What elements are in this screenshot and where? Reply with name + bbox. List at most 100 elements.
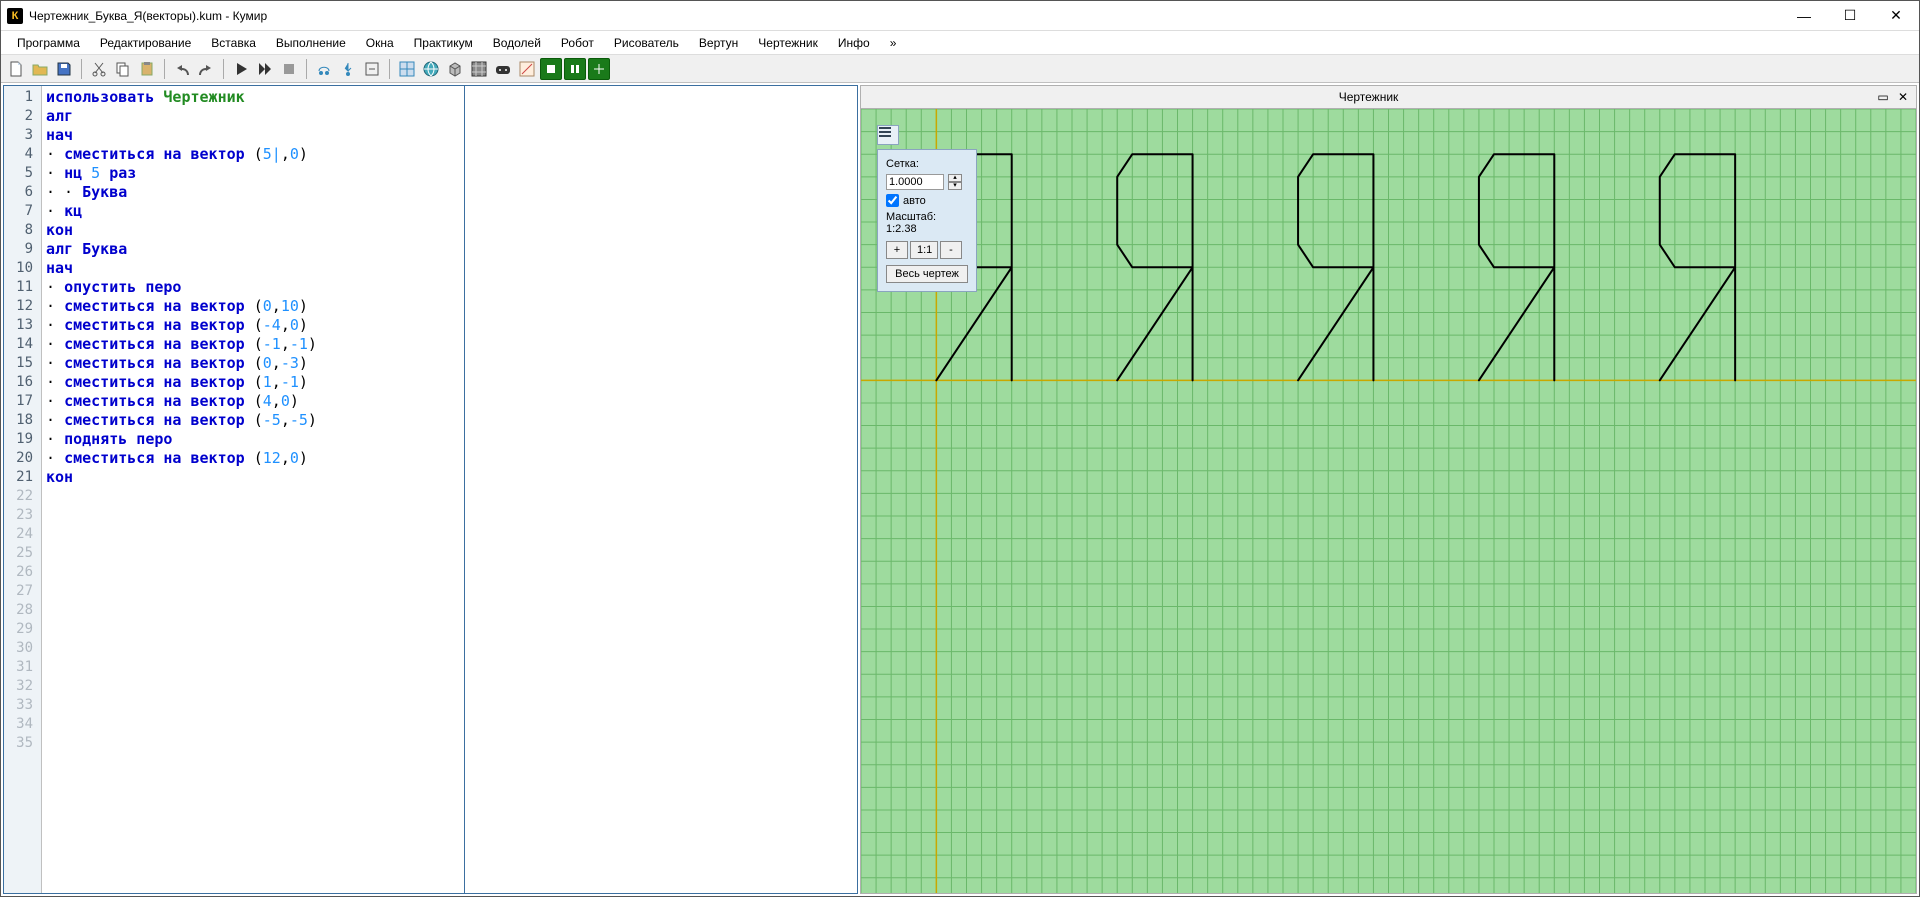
line-number: 29 bbox=[4, 620, 41, 639]
line-number: 24 bbox=[4, 525, 41, 544]
panel-title: Чертежник bbox=[865, 90, 1872, 104]
line-number: 4 bbox=[4, 145, 41, 164]
line-number: 2 bbox=[4, 107, 41, 126]
stop-icon[interactable] bbox=[278, 58, 300, 80]
line-number: 19 bbox=[4, 430, 41, 449]
line-number: 35 bbox=[4, 734, 41, 753]
zoom-reset-button[interactable]: 1:1 bbox=[910, 241, 938, 259]
new-file-icon[interactable] bbox=[5, 58, 27, 80]
line-number: 25 bbox=[4, 544, 41, 563]
line-number: 18 bbox=[4, 411, 41, 430]
menu-6[interactable]: Водолей bbox=[483, 33, 551, 53]
green-1-icon[interactable] bbox=[540, 58, 562, 80]
menu-3[interactable]: Выполнение bbox=[266, 33, 356, 53]
panel-dock-button[interactable]: ▭ bbox=[1874, 88, 1892, 106]
edit-img-icon[interactable] bbox=[516, 58, 538, 80]
drawing-panel: Чертежник ▭ ✕ Сетка: ▴▾ авто bbox=[860, 85, 1917, 894]
line-number: 27 bbox=[4, 582, 41, 601]
open-file-icon[interactable] bbox=[29, 58, 51, 80]
title-bar: К Чертежник_Буква_Я(векторы).kum - Кумир… bbox=[1, 1, 1919, 31]
line-number: 15 bbox=[4, 354, 41, 373]
line-number: 34 bbox=[4, 715, 41, 734]
zoom-in-button[interactable]: + bbox=[886, 241, 908, 259]
copy-icon[interactable] bbox=[112, 58, 134, 80]
redo-icon[interactable] bbox=[195, 58, 217, 80]
toolbar bbox=[1, 55, 1919, 83]
menu-10[interactable]: Чертежник bbox=[748, 33, 828, 53]
zoom-out-button[interactable]: - bbox=[940, 241, 962, 259]
editor-pane: 1234567891011121314151617181920212223242… bbox=[3, 85, 858, 894]
scale-label: Масштаб: bbox=[886, 211, 968, 223]
menu-11[interactable]: Инфо bbox=[828, 33, 880, 53]
line-number: 23 bbox=[4, 506, 41, 525]
line-number: 12 bbox=[4, 297, 41, 316]
grid-2-icon[interactable] bbox=[468, 58, 490, 80]
step-over-icon[interactable] bbox=[313, 58, 335, 80]
fit-all-button[interactable]: Весь чертеж bbox=[886, 265, 968, 283]
line-number: 14 bbox=[4, 335, 41, 354]
minimize-button[interactable]: — bbox=[1781, 1, 1827, 31]
line-number: 28 bbox=[4, 601, 41, 620]
cube-icon[interactable] bbox=[444, 58, 466, 80]
grid-spin-down[interactable]: ▾ bbox=[948, 182, 962, 190]
green-3-icon[interactable] bbox=[588, 58, 610, 80]
line-number: 33 bbox=[4, 696, 41, 715]
line-number: 8 bbox=[4, 221, 41, 240]
line-number: 5 bbox=[4, 164, 41, 183]
game-icon[interactable] bbox=[492, 58, 514, 80]
menu-bar: ПрограммаРедактированиеВставкаВыполнение… bbox=[1, 31, 1919, 55]
grid-1-icon[interactable] bbox=[396, 58, 418, 80]
panel-close-button[interactable]: ✕ bbox=[1894, 88, 1912, 106]
run-icon[interactable] bbox=[230, 58, 252, 80]
window-title: Чертежник_Буква_Я(векторы).kum - Кумир bbox=[29, 9, 267, 23]
menu-4[interactable]: Окна bbox=[356, 33, 404, 53]
scale-value: 1:2.38 bbox=[886, 223, 968, 235]
cut-icon[interactable] bbox=[88, 58, 110, 80]
menu-9[interactable]: Вертун bbox=[689, 33, 748, 53]
auto-label: авто bbox=[903, 195, 926, 207]
menu-2[interactable]: Вставка bbox=[201, 33, 266, 53]
line-number: 10 bbox=[4, 259, 41, 278]
line-number: 6 bbox=[4, 183, 41, 202]
menu-12[interactable]: » bbox=[880, 33, 907, 53]
maximize-button[interactable]: ☐ bbox=[1827, 1, 1873, 31]
green-2-icon[interactable] bbox=[564, 58, 586, 80]
line-number: 31 bbox=[4, 658, 41, 677]
grid-step-input[interactable] bbox=[886, 174, 944, 190]
step-into-icon[interactable] bbox=[337, 58, 359, 80]
margin-pane bbox=[464, 86, 857, 893]
menu-8[interactable]: Рисователь bbox=[604, 33, 689, 53]
code-editor[interactable]: использовать Чертежникалгнач· сместиться… bbox=[42, 86, 464, 893]
settings-panel: Сетка: ▴▾ авто Масштаб: 1:2.38 + 1:1 - bbox=[877, 149, 977, 292]
line-number: 21 bbox=[4, 468, 41, 487]
line-number: 30 bbox=[4, 639, 41, 658]
grid-spin-up[interactable]: ▴ bbox=[948, 174, 962, 182]
line-number: 1 bbox=[4, 88, 41, 107]
line-number: 20 bbox=[4, 449, 41, 468]
undo-icon[interactable] bbox=[171, 58, 193, 80]
line-number: 22 bbox=[4, 487, 41, 506]
panel-header: Чертежник ▭ ✕ bbox=[860, 85, 1917, 109]
menu-5[interactable]: Практикум bbox=[404, 33, 483, 53]
line-number: 32 bbox=[4, 677, 41, 696]
app-icon: К bbox=[7, 8, 23, 24]
line-number: 11 bbox=[4, 278, 41, 297]
paste-icon[interactable] bbox=[136, 58, 158, 80]
line-gutter: 1234567891011121314151617181920212223242… bbox=[4, 86, 42, 893]
auto-checkbox[interactable] bbox=[886, 194, 899, 207]
drawing-canvas[interactable]: Сетка: ▴▾ авто Масштаб: 1:2.38 + 1:1 - bbox=[860, 109, 1917, 894]
menu-7[interactable]: Робот bbox=[551, 33, 604, 53]
line-number: 13 bbox=[4, 316, 41, 335]
line-number: 17 bbox=[4, 392, 41, 411]
run-fast-icon[interactable] bbox=[254, 58, 276, 80]
line-number: 16 bbox=[4, 373, 41, 392]
save-file-icon[interactable] bbox=[53, 58, 75, 80]
menu-1[interactable]: Редактирование bbox=[90, 33, 201, 53]
close-button[interactable]: ✕ bbox=[1873, 1, 1919, 31]
menu-0[interactable]: Программа bbox=[7, 33, 90, 53]
line-number: 9 bbox=[4, 240, 41, 259]
step-out-icon[interactable] bbox=[361, 58, 383, 80]
line-number: 7 bbox=[4, 202, 41, 221]
globe-icon[interactable] bbox=[420, 58, 442, 80]
settings-toggle-button[interactable] bbox=[877, 125, 899, 145]
